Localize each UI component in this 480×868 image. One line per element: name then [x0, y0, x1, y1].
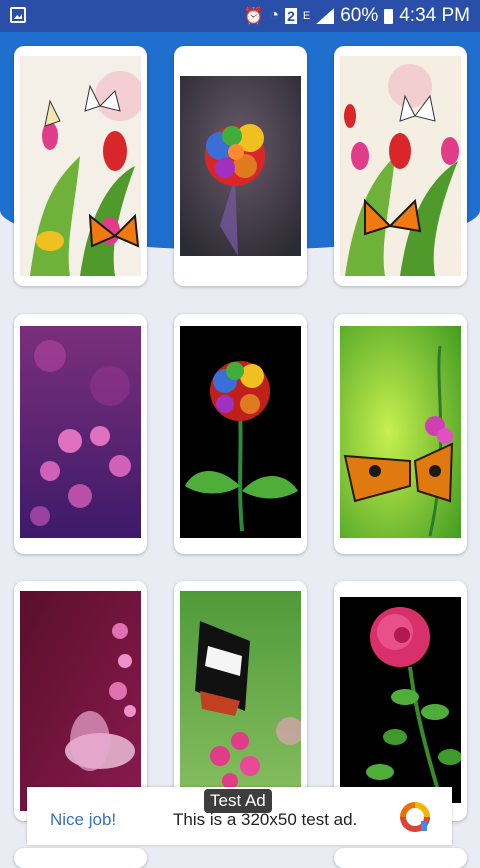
wallpaper-card-10[interactable] [14, 848, 147, 868]
wallpaper-thumbnail [20, 326, 141, 538]
wallpaper-card-9[interactable] [334, 581, 467, 821]
ad-label: Test Ad [204, 789, 272, 813]
wallpaper-thumbnail [180, 326, 301, 538]
ad-title: Nice job! [50, 810, 117, 829]
wallpaper-thumbnail [20, 591, 141, 811]
wallpaper-card-6[interactable] [334, 314, 467, 554]
wallpaper-card-2[interactable] [174, 46, 307, 286]
wallpaper-thumbnail [180, 76, 301, 256]
wallpaper-thumbnail [340, 326, 461, 538]
wallpaper-thumbnail [340, 56, 461, 276]
wallpaper-thumbnail [180, 591, 301, 811]
ad-text: This is a 320x50 test ad. [173, 810, 358, 829]
ad-logo-icon [400, 802, 430, 832]
wallpaper-card-4[interactable] [14, 314, 147, 554]
wallpaper-thumbnail [20, 56, 141, 276]
wallpaper-card-12[interactable] [334, 848, 467, 868]
wallpaper-grid [0, 0, 480, 868]
wallpaper-card-7[interactable] [14, 581, 147, 821]
wallpaper-thumbnail [340, 597, 461, 803]
wallpaper-card-3[interactable] [334, 46, 467, 286]
wallpaper-card-1[interactable] [14, 46, 147, 286]
wallpaper-card-8[interactable] [174, 581, 307, 821]
wallpaper-card-5[interactable] [174, 314, 307, 554]
